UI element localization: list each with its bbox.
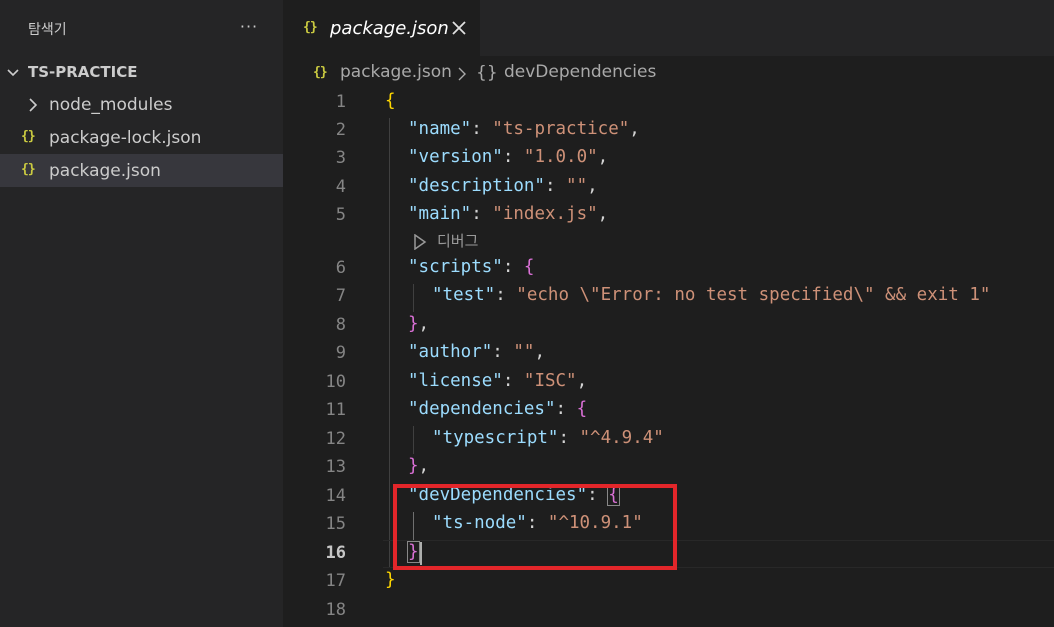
explorer-sidebar: 탐색기 ··· TS-PRACTICE node_modules {} pack… (0, 0, 283, 627)
json-key: "test" (432, 285, 496, 305)
code-line: "description": "", (408, 176, 598, 196)
json-value: "1.0.0" (523, 147, 598, 167)
line-number: 16 (325, 543, 346, 563)
json-value: "ts-practice" (492, 119, 630, 139)
explorer-title: 탐색기 (28, 22, 67, 38)
line-number: 14 (325, 486, 346, 506)
json-key: "dependencies" (408, 399, 556, 419)
line-number: 7 (335, 286, 346, 306)
tree-item-package-lock-json[interactable]: {} package-lock.json (0, 121, 283, 154)
chevron-right-icon (29, 98, 38, 112)
json-file-icon: {} (21, 162, 36, 177)
code-line: "scripts": { (408, 257, 535, 277)
tree-item-label: package.json (49, 161, 161, 181)
json-value: "echo \"Error: no test specified\" && ex… (516, 285, 991, 305)
code-line: "name": "ts-practice", (408, 119, 640, 139)
line-number: 17 (325, 571, 346, 591)
code-line: "dependencies": { (408, 399, 588, 419)
line-number: 1 (335, 92, 346, 112)
code-line: "author": "", (408, 342, 545, 362)
close-icon[interactable] (449, 18, 469, 38)
code-line: }, (408, 314, 430, 334)
json-key: "version" (408, 147, 503, 167)
code-line: } (385, 570, 396, 590)
brace-close: } (408, 314, 419, 334)
tree-item-label: package-lock.json (49, 128, 202, 148)
more-actions-button[interactable]: ··· (236, 14, 262, 40)
line-number: 15 (325, 514, 346, 534)
code-line: "version": "1.0.0", (408, 147, 609, 167)
json-value: "" (513, 342, 535, 362)
code-line: "license": "ISC", (408, 371, 588, 391)
chevron-down-icon (7, 69, 19, 77)
code-line: "typescript": "^4.9.4" (432, 428, 664, 448)
json-key: "author" (408, 342, 493, 362)
line-number: 9 (335, 343, 346, 363)
editor-tab-bar: {} package.json (283, 0, 1054, 56)
breadcrumb: {} package.json {} devDependencies (283, 56, 1054, 88)
line-number: 8 (335, 315, 346, 335)
line-number: 5 (335, 205, 346, 225)
json-key: "license" (408, 371, 503, 391)
json-key: "name" (408, 119, 472, 139)
json-key: "description" (408, 176, 545, 196)
json-value: "ISC" (523, 371, 577, 391)
line-number: 6 (335, 258, 346, 278)
line-number: 13 (325, 457, 346, 477)
line-number: 4 (335, 177, 346, 197)
code-editor[interactable]: 1 2 3 4 5 6 7 8 9 10 11 12 13 14 15 16 17 18 { "name": "t… (283, 88, 1054, 627)
brace-close: } (408, 456, 419, 476)
json-value: "index.js" (492, 204, 598, 224)
tab-package-json[interactable]: {} package.json (283, 0, 480, 56)
json-key: "scripts" (408, 257, 503, 277)
brace-open: { (523, 257, 535, 277)
json-file-icon: {} (21, 129, 36, 144)
json-file-icon: {} (313, 65, 328, 80)
indent-guide (413, 284, 414, 312)
code-line: { (385, 91, 396, 111)
line-number: 12 (325, 429, 346, 449)
indent-guide (413, 426, 414, 454)
breadcrumb-file[interactable]: package.json (340, 62, 452, 82)
tab-label: package.json (330, 18, 449, 39)
chevron-right-icon (458, 67, 466, 81)
brace-open: { (576, 399, 588, 419)
line-number: 3 (335, 148, 346, 168)
project-folder-header[interactable]: TS-PRACTICE (0, 60, 283, 84)
json-file-icon: {} (303, 20, 318, 35)
brace-close: } (385, 570, 396, 590)
debug-codelens[interactable]: 디버그 (437, 230, 478, 251)
code-line: }, (408, 456, 430, 476)
code-line: "test": "echo \"Error: no test specified… (432, 285, 991, 305)
object-symbol-icon: {} (476, 63, 498, 83)
tree-item-package-json[interactable]: {} package.json (0, 154, 283, 187)
line-number: 2 (335, 120, 346, 140)
json-value: "^4.9.4" (579, 428, 664, 448)
indent-guide (389, 118, 390, 567)
line-number: 11 (325, 400, 346, 420)
brace-open: { (385, 91, 396, 111)
json-key: "main" (408, 204, 472, 224)
line-number: 18 (325, 600, 346, 620)
code-line: "main": "index.js", (408, 204, 609, 224)
explorer-header: 탐색기 ··· (0, 0, 283, 56)
breadcrumb-symbol[interactable]: devDependencies (504, 62, 656, 82)
json-value: "" (566, 176, 588, 196)
highlight-annotation-box (393, 484, 677, 570)
project-name: TS-PRACTICE (28, 63, 138, 81)
line-number: 10 (325, 372, 346, 392)
play-icon[interactable] (413, 234, 427, 250)
tree-item-label: node_modules (49, 95, 173, 115)
json-key: "typescript" (432, 428, 559, 448)
tree-item-node-modules[interactable]: node_modules (0, 88, 283, 121)
